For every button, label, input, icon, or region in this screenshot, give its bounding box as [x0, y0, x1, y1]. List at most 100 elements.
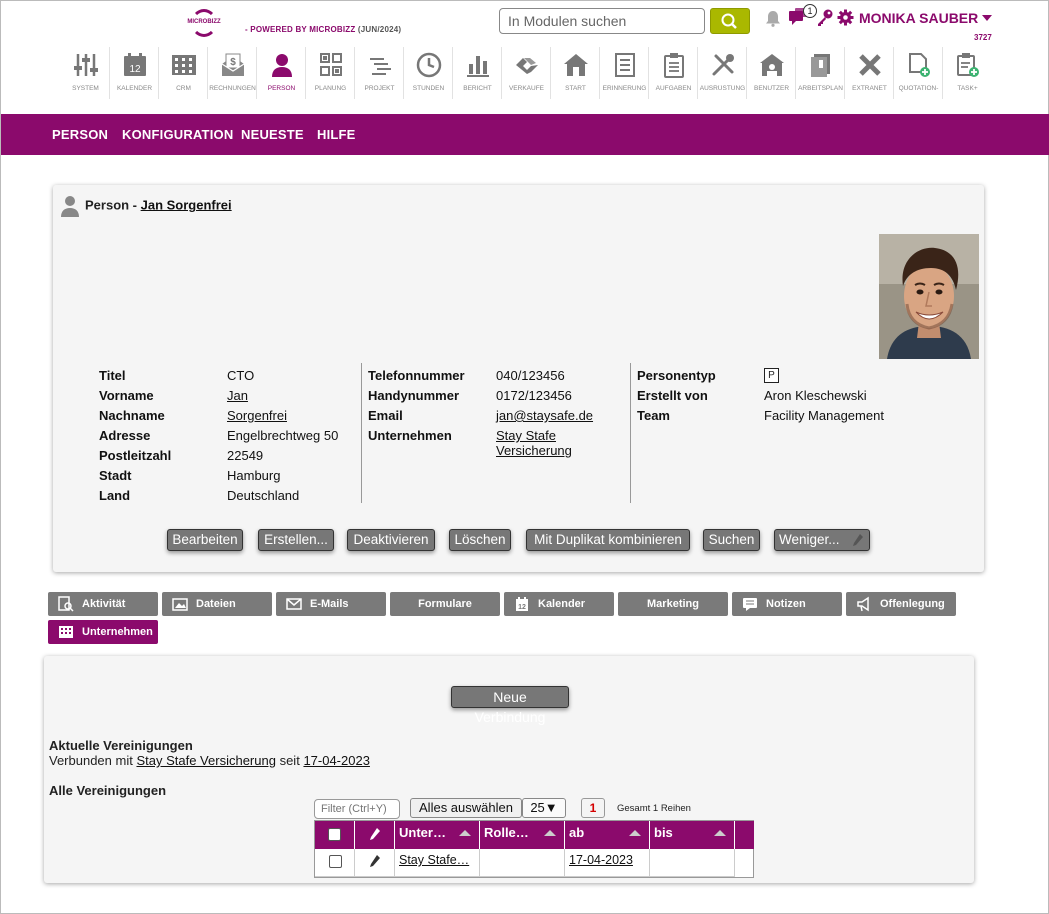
module-person[interactable]: PERSON: [257, 47, 306, 99]
gear-icon[interactable]: [837, 9, 854, 26]
module-workplan[interactable]: ARBEITSPLAN: [796, 47, 845, 99]
label-company: Unternehmen: [368, 428, 452, 443]
tab-notes[interactable]: Notizen: [732, 592, 842, 616]
module-search-input[interactable]: [499, 8, 705, 34]
delete-button[interactable]: Löschen: [449, 529, 511, 551]
new-connection-button[interactable]: Neue Verbindung: [451, 686, 569, 725]
tab-forms[interactable]: Formulare: [390, 592, 500, 616]
label-created-by: Erstellt von: [637, 388, 708, 403]
bar-chart-icon: [467, 56, 489, 77]
person-icon: [61, 196, 79, 217]
module-start[interactable]: START: [551, 47, 600, 99]
megaphone-icon: [857, 596, 869, 612]
value-created-by: Aron Kleschewski: [764, 388, 867, 403]
module-calendar[interactable]: 12 KALENDER: [110, 47, 159, 99]
tab-label: Aktivität: [82, 598, 126, 610]
less-button[interactable]: Weniger...: [774, 529, 870, 551]
connected-since-date-link[interactable]: 17-04-2023: [303, 753, 370, 768]
header-scroll-spacer: [735, 821, 754, 849]
module-users[interactable]: BENUTZER: [747, 47, 796, 99]
module-extranet[interactable]: EXTRANET: [845, 47, 894, 99]
tab-files[interactable]: Dateien: [162, 592, 272, 616]
module-project[interactable]: PROJEKT: [355, 47, 404, 99]
page-number-button[interactable]: 1: [581, 798, 605, 818]
main-nav: PERSON KONFIGURATION NEUESTE HILFE: [1, 114, 1049, 155]
current-associations-title: Aktuelle Vereinigungen: [49, 738, 193, 753]
merge-duplicate-button[interactable]: Mit Duplikat kombinieren: [526, 529, 690, 551]
module-tasks[interactable]: AUFGABEN: [649, 47, 698, 99]
nav-person[interactable]: PERSON: [52, 127, 108, 142]
column-header-company[interactable]: Unter…: [395, 821, 480, 849]
person-card: Person - Jan Sorgenfrei Titel Vorname Na…: [53, 185, 984, 572]
value-last-name[interactable]: Sorgenfrei: [227, 408, 287, 423]
tab-label: Notizen: [766, 598, 806, 610]
module-invoices[interactable]: $ RECHNUNGEN: [208, 47, 257, 99]
label-team: Team: [637, 408, 670, 423]
user-house-icon: [760, 54, 784, 76]
invoice-icon: $: [221, 53, 245, 76]
nav-configuration[interactable]: KONFIGURATION: [122, 127, 233, 142]
search-person-button[interactable]: Suchen: [703, 529, 760, 551]
module-system[interactable]: SYSTEM: [61, 47, 110, 99]
row-company-link[interactable]: Stay Stafe…: [399, 853, 469, 867]
tab-company[interactable]: Unternehmen: [48, 620, 158, 644]
module-planning[interactable]: PLANUNG: [306, 47, 355, 99]
module-report[interactable]: BERICHT: [453, 47, 502, 99]
sliders-icon: [74, 54, 98, 76]
module-sales[interactable]: VERKÄUFE: [502, 47, 551, 99]
value-phone: 040/123456: [496, 368, 565, 383]
user-menu[interactable]: MONIKA SAUBER: [859, 10, 978, 26]
module-reminder[interactable]: ERINNERUNG: [600, 47, 649, 99]
row-from-date-link[interactable]: 17-04-2023: [569, 853, 633, 867]
connected-company-link[interactable]: Stay Stafe Versicherung: [136, 753, 275, 768]
edit-button[interactable]: Bearbeiten: [167, 529, 243, 551]
filter-input[interactable]: [314, 799, 400, 819]
table-row-edit-cell[interactable]: [355, 849, 395, 877]
home-icon: [564, 54, 588, 76]
search-button[interactable]: [710, 8, 750, 34]
tab-activity[interactable]: Aktivität: [48, 592, 158, 616]
module-crm[interactable]: CRM: [159, 47, 208, 99]
value-company-link[interactable]: Stay Stafe Versicherung: [496, 428, 576, 458]
sort-asc-icon: [459, 830, 471, 836]
microbizz-logo[interactable]: MICROBIZZ: [187, 9, 221, 39]
column-header-role[interactable]: Rolle…: [480, 821, 565, 849]
header-select-cell: [315, 821, 355, 849]
person-name-link[interactable]: Jan Sorgenfrei: [141, 197, 232, 212]
module-equipment[interactable]: AUSRÜSTUNG: [698, 47, 747, 99]
column-divider: [361, 363, 362, 503]
tab-calendar[interactable]: 12 Kalender: [504, 592, 614, 616]
module-hours[interactable]: STUNDEN: [404, 47, 453, 99]
tab-label: Unternehmen: [82, 626, 153, 638]
module-quotation[interactable]: QUOTATION-: [894, 47, 943, 99]
tab-label: Kalender: [538, 598, 586, 610]
select-all-button[interactable]: Alles auswählen: [410, 798, 522, 818]
person-icon: [272, 54, 292, 77]
logo-text: MICROBIZZ: [187, 19, 221, 25]
deactivate-button[interactable]: Deaktivieren: [347, 529, 435, 551]
calendar-icon: 12: [124, 53, 146, 76]
nav-help[interactable]: HILFE: [317, 127, 356, 142]
bell-icon[interactable]: [765, 10, 781, 27]
create-button[interactable]: Erstellen...: [258, 529, 334, 551]
nav-newest[interactable]: NEUESTE: [241, 127, 304, 142]
column-header-from[interactable]: ab: [565, 821, 650, 849]
value-zip: 22549: [227, 448, 264, 463]
page-size-select[interactable]: 25▼: [522, 798, 566, 818]
value-email-link[interactable]: jan@staysafe.de: [496, 408, 593, 423]
column-header-to[interactable]: bis: [650, 821, 735, 849]
chevron-down-icon[interactable]: [982, 15, 992, 21]
tab-marketing[interactable]: Marketing: [618, 592, 728, 616]
tab-disclosure[interactable]: Offenlegung: [846, 592, 956, 616]
select-all-checkbox[interactable]: [328, 828, 341, 841]
value-first-name[interactable]: Jan: [227, 388, 248, 403]
module-task-plus[interactable]: TASK+: [943, 47, 992, 99]
tab-emails[interactable]: E-Mails: [276, 592, 386, 616]
reminder-icon: [615, 53, 635, 77]
envelope-icon: [286, 598, 302, 610]
table-cell-from: 17-04-2023: [565, 849, 650, 877]
key-icon[interactable]: [816, 9, 834, 26]
svg-text:$: $: [230, 57, 236, 68]
tab-label: E-Mails: [310, 598, 349, 610]
row-checkbox[interactable]: [329, 855, 342, 868]
